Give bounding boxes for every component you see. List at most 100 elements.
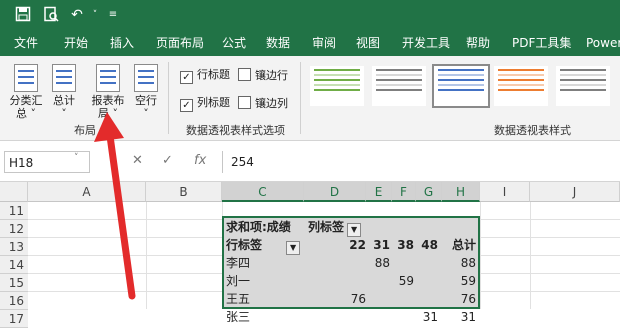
blank-rows-button[interactable]: 空行 ˅ [130,64,162,120]
pivot-cell-total: 59 [460,274,476,288]
name-box-dropdown-icon[interactable]: ˅ [74,153,79,163]
report-layout-label-2: 局 ˅ [98,107,118,120]
report-layout-icon [96,64,120,92]
tab-power[interactable]: Power [586,30,620,56]
column-header-i[interactable]: I [480,182,530,202]
tab-insert[interactable]: 插入 [110,30,134,56]
group-separator [300,62,301,134]
pivot-cell: 31 [422,310,438,324]
tab-page-layout[interactable]: 页面布局 [156,30,204,56]
row-headers-checkbox[interactable]: ✓ 行标题 [180,68,230,84]
row-header-14[interactable]: 14 [0,256,28,274]
col-headers-check-icon: ✓ [180,99,193,112]
tab-file[interactable]: 文件 [14,30,38,56]
pivot-cell [306,254,366,272]
tab-data[interactable]: 数据 [266,30,290,56]
insert-function-icon[interactable]: fx [194,153,206,168]
subtotals-label-1: 分类汇 [9,94,43,107]
banded-rows-label: 镶边行 [255,69,288,82]
column-header-g[interactable]: G [416,182,442,202]
subtotals-icon [14,64,38,92]
pivot-column-labels[interactable]: 列标签 ▼ [308,218,362,237]
pivot-style-gray[interactable] [372,66,426,106]
banded-cols-box-icon [238,96,251,109]
enter-icon[interactable]: ✓ [162,153,173,168]
styles-group-label: 数据透视表样式 [494,124,571,137]
row-headers-label: 行标题 [197,68,230,81]
worksheet-grid[interactable]: A B C D E F G H I J 11 12 13 14 15 16 17… [0,182,620,328]
pivot-style-orange[interactable] [494,66,548,106]
cancel-icon[interactable]: ✕ [132,153,143,168]
undo-icon[interactable]: ↶ [68,6,86,24]
row-header-11[interactable]: 11 [0,202,28,220]
pivot-value-field: 求和项:成绩 [226,220,291,234]
subtotals-label-2: 总 ˅ [16,107,36,120]
pivot-col-header: 38 [397,238,414,252]
column-header-a[interactable]: A [28,182,146,202]
pivot-cell [416,290,438,308]
tab-help[interactable]: 帮助 [466,30,490,56]
tab-formulas[interactable]: 公式 [222,30,246,56]
pivot-cell-total: 31 [460,310,476,324]
banded-rows-checkbox[interactable]: 镶边行 [238,68,288,83]
pivot-cell [368,308,390,326]
tab-pdf-tools[interactable]: PDF工具集 [512,30,571,56]
pivot-style-blue-selected[interactable] [432,64,490,108]
column-header-f[interactable]: F [392,182,416,202]
column-header-b[interactable]: B [146,182,222,202]
grand-totals-icon [52,64,76,92]
tab-review[interactable]: 审阅 [312,30,336,56]
pivot-cell [368,272,390,290]
gridline [530,202,531,309]
column-header-j[interactable]: J [530,182,620,202]
tab-view[interactable]: 视图 [356,30,380,56]
undo-dropdown-icon[interactable]: ˅ [86,6,104,24]
pivot-cell: 76 [350,292,366,306]
pivot-cell: 59 [398,274,414,288]
row-header-17[interactable]: 17 [0,310,28,328]
blank-rows-label-1: 空行 [135,94,157,107]
pivot-style-green[interactable] [310,66,364,106]
ribbon-tabs: 文件 开始 插入 页面布局 公式 数据 审阅 视图 开发工具 帮助 PDF工具集… [0,30,620,56]
select-all-corner[interactable] [0,182,28,202]
pivot-row-name: 刘一 [226,274,251,288]
grand-totals-label-1: 总计 [53,94,75,107]
pivot-cell [416,254,438,272]
pivot-row-labels[interactable]: 行标签 ▼ [226,236,301,255]
row-header-12[interactable]: 12 [0,220,28,238]
tab-developer[interactable]: 开发工具 [402,30,450,56]
customize-qat-icon[interactable]: ≡ [104,6,122,24]
col-headers-label: 列标题 [197,96,230,109]
column-filter-dropdown-icon[interactable]: ▼ [347,223,362,237]
options-group-label: 数据透视表样式选项 [186,124,285,137]
layout-group-label: 布局 [74,124,96,137]
column-header-d[interactable]: D [304,182,366,202]
save-icon[interactable] [14,6,32,24]
grand-totals-button[interactable]: 总计 ˅ [48,64,80,120]
column-header-e[interactable]: E [366,182,392,202]
print-preview-icon[interactable] [42,6,60,24]
pivot-cell [368,290,390,308]
pivot-row-labels-text: 行标签 [226,238,263,252]
pivot-table[interactable]: 求和项:成绩 列标签 ▼ 行标签 ▼ 22 31 38 48 总计 李四 88 88… [222,216,480,324]
column-header-c[interactable]: C [222,182,304,202]
pivot-col-header: 22 [349,238,366,252]
row-header-15[interactable]: 15 [0,274,28,292]
gridline [146,202,147,309]
report-layout-button[interactable]: 报表布 局 ˅ [88,64,128,120]
tab-home[interactable]: 开始 [64,30,88,56]
pivot-cell [416,272,438,290]
gridline [480,202,481,309]
row-header-13[interactable]: 13 [0,238,28,256]
pivot-row-name: 王五 [226,292,251,306]
pivot-style-dark[interactable] [556,66,610,106]
banded-cols-checkbox[interactable]: 镶边列 [238,96,288,111]
subtotals-button[interactable]: 分类汇 总 ˅ [6,64,46,120]
column-header-h[interactable]: H [442,182,480,202]
formula-bar: H18 ˅ ✕ ✓ fx 254 [0,141,620,182]
row-header-16[interactable]: 16 [0,292,28,310]
formula-input[interactable]: 254 [222,151,620,173]
col-headers-checkbox[interactable]: ✓ 列标题 [180,96,230,112]
row-filter-dropdown-icon[interactable]: ▼ [286,241,301,255]
pivot-cell [306,308,366,326]
